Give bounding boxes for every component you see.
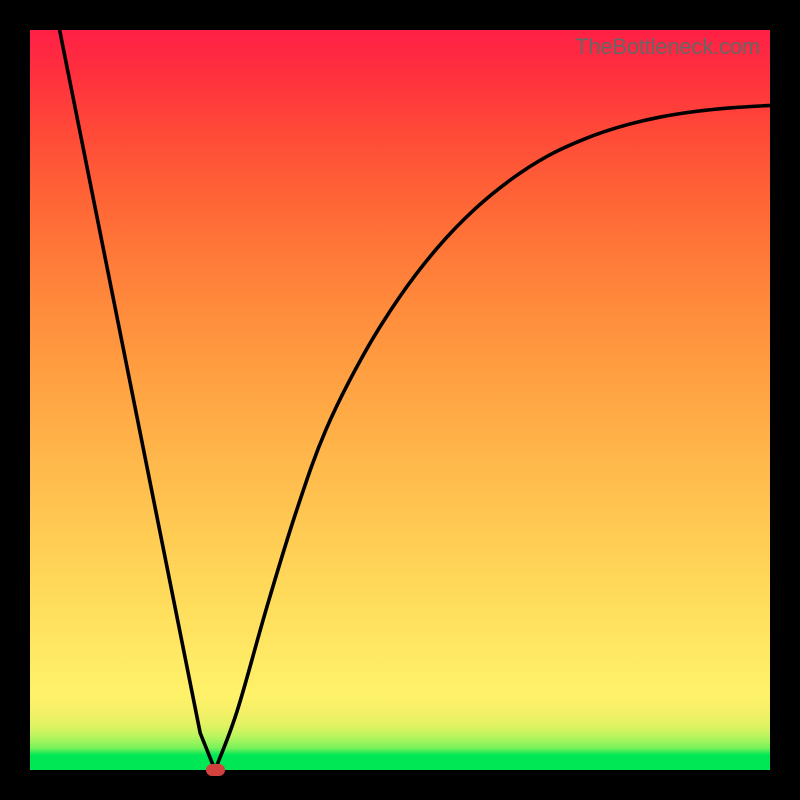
optimal-point-dot (206, 764, 225, 776)
chart-canvas: TheBottleneck.com (30, 30, 770, 770)
bottleneck-curve (30, 30, 770, 770)
